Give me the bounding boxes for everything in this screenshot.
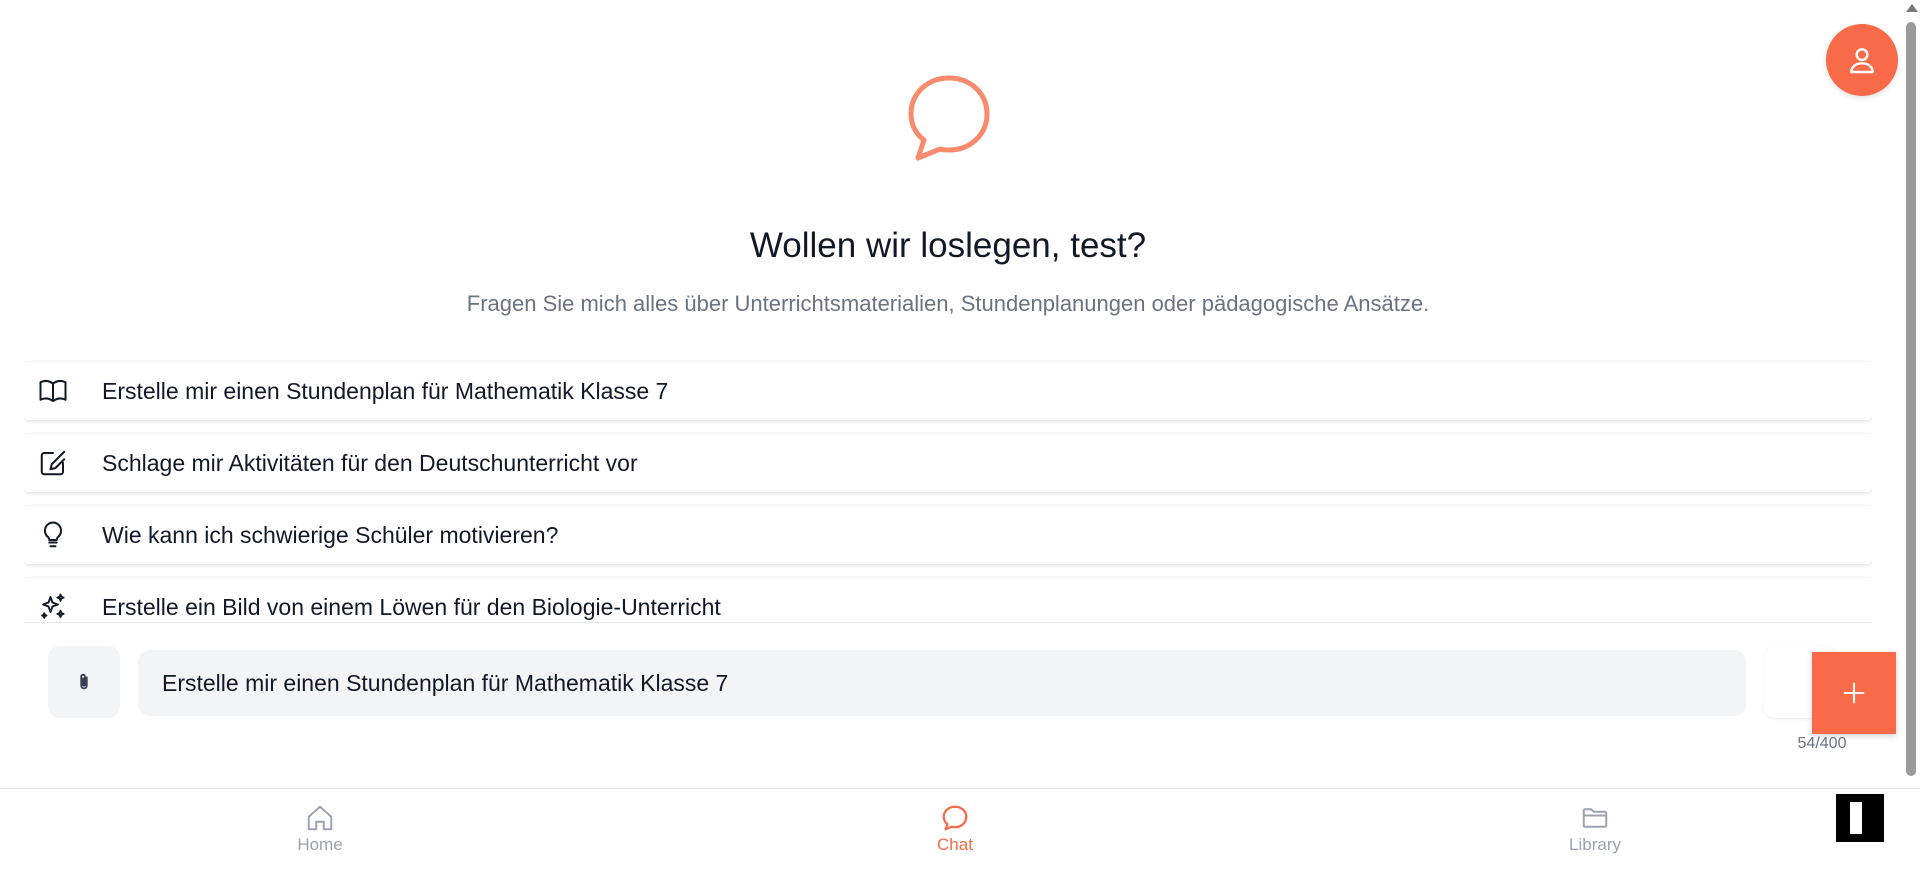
- folder-icon: [1580, 803, 1610, 833]
- divider: [24, 622, 1872, 623]
- nav-library[interactable]: Library: [1495, 789, 1695, 869]
- suggestion-deutschunterricht[interactable]: Schlage mir Aktivitäten für den Deutschu…: [24, 434, 1872, 492]
- sparkles-icon: [38, 592, 68, 622]
- chat-bubble-icon: [940, 803, 970, 833]
- page-title: Wollen wir loslegen, test?: [749, 226, 1147, 265]
- nav-chat-label: Chat: [937, 835, 973, 854]
- widget-button[interactable]: [1836, 794, 1884, 842]
- bottom-nav: Home Chat Library: [0, 788, 1920, 878]
- suggestion-bild-loewe[interactable]: Erstelle ein Bild von einem Löwen für de…: [24, 578, 1872, 622]
- suggestion-label: Wie kann ich schwierige Schüler motivier…: [102, 521, 559, 548]
- scrollbar-thumb[interactable]: [1906, 22, 1916, 776]
- plus-icon: [1843, 682, 1865, 704]
- char-counter: 54/400: [1797, 735, 1847, 752]
- suggestion-label: Erstelle mir einen Stundenplan für Mathe…: [102, 377, 669, 404]
- page-subtitle: Fragen Sie mich alles über Unterrichtsma…: [466, 291, 1430, 316]
- suggestion-label: Erstelle ein Bild von einem Löwen für de…: [102, 593, 721, 620]
- lightbulb-icon: [38, 520, 68, 550]
- new-chat-button[interactable]: [1812, 652, 1896, 734]
- nav-home-label: Home: [297, 835, 343, 854]
- nav-home[interactable]: Home: [220, 789, 420, 869]
- suggestion-list: Erstelle mir einen Stundenplan für Mathe…: [24, 358, 1872, 622]
- user-icon: [1850, 48, 1874, 74]
- chat-bubble-icon: [908, 75, 990, 161]
- edit-square-icon: [38, 448, 68, 478]
- book-open-icon: [38, 376, 68, 406]
- suggestion-schueler-motivieren[interactable]: Wie kann ich schwierige Schüler motivier…: [24, 506, 1872, 564]
- home-icon: [305, 803, 335, 833]
- chat-page: Wollen wir loslegen, test? Fragen Sie mi…: [0, 0, 1920, 878]
- paperclip-icon: [80, 673, 88, 690]
- profile-button[interactable]: [1826, 24, 1898, 96]
- attach-button[interactable]: [48, 646, 120, 718]
- scrollbar[interactable]: [1902, 0, 1920, 788]
- nav-library-label: Library: [1569, 835, 1621, 854]
- nav-chat[interactable]: Chat: [855, 789, 1055, 869]
- widget-bar-icon: [1850, 802, 1862, 834]
- suggestion-stundenplan[interactable]: Erstelle mir einen Stundenplan für Mathe…: [24, 362, 1872, 420]
- scroll-up-arrow[interactable]: [1906, 4, 1918, 12]
- suggestion-label: Schlage mir Aktivitäten für den Deutschu…: [102, 449, 638, 476]
- chat-input[interactable]: [138, 650, 1746, 716]
